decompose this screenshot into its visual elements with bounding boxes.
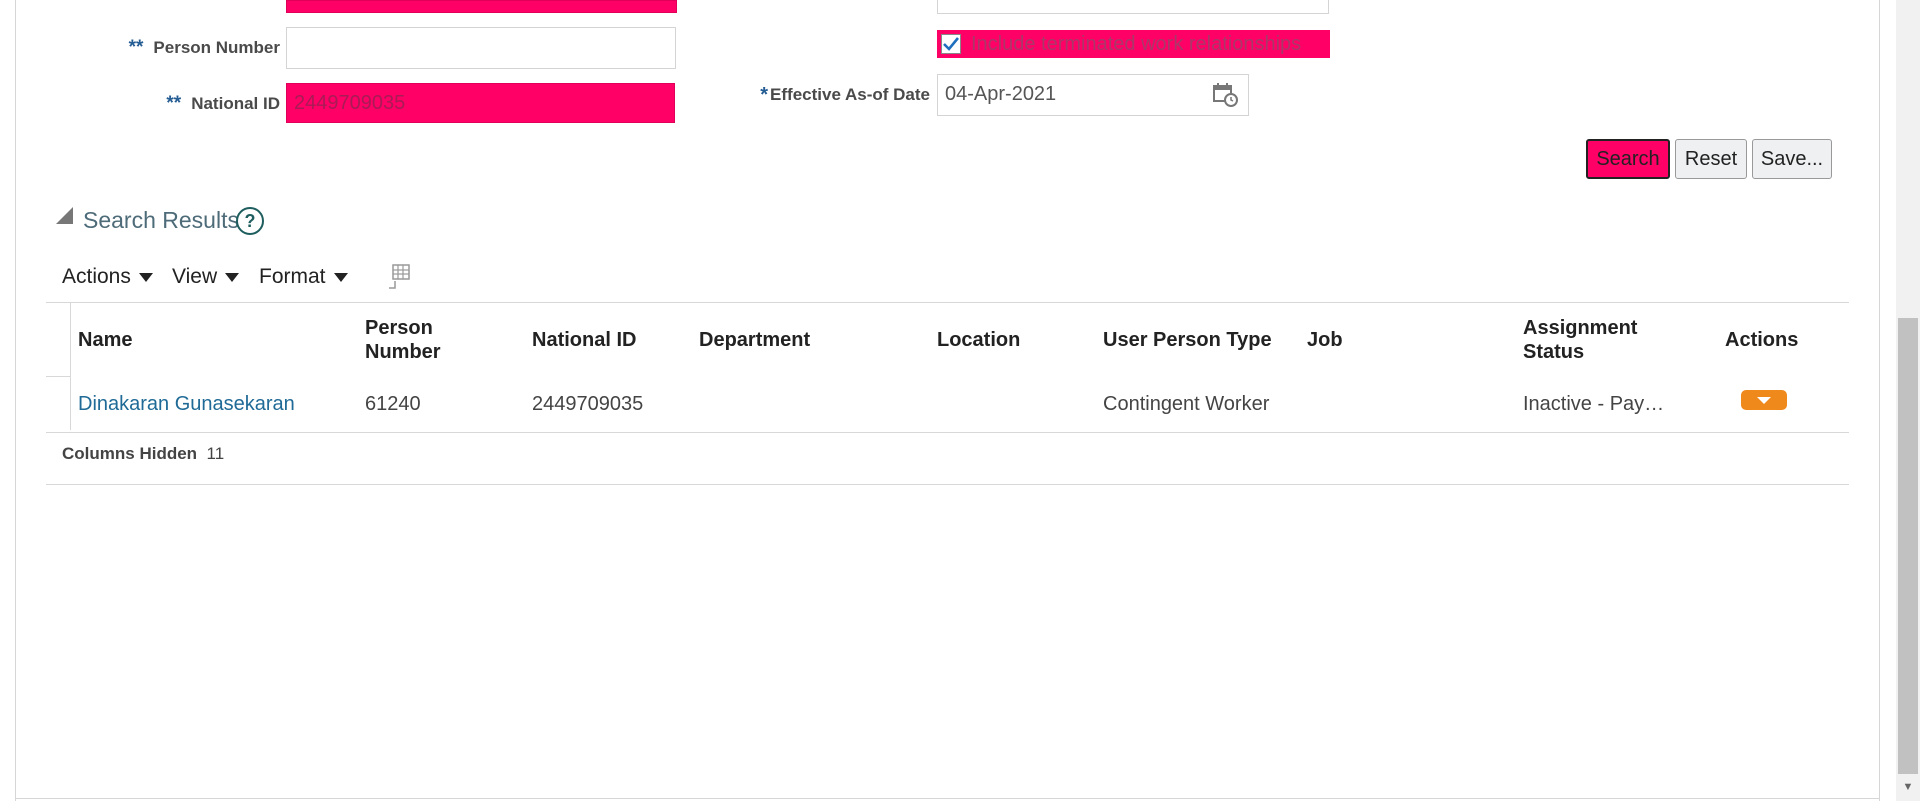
- required-marker: *: [760, 83, 769, 106]
- cell-person-number: 61240: [365, 393, 421, 415]
- include-terminated-checkbox-row[interactable]: Include terminated work relationships: [937, 30, 1330, 58]
- partial-field[interactable]: [937, 0, 1329, 14]
- column-header-national-id[interactable]: National ID: [532, 328, 636, 352]
- column-header-person-number[interactable]: Person Number: [365, 316, 441, 364]
- columns-hidden-label: Columns Hidden: [62, 444, 198, 463]
- search-button[interactable]: Search: [1586, 139, 1670, 179]
- view-menu[interactable]: View: [172, 265, 240, 289]
- required-marker: **: [166, 93, 182, 114]
- column-header-actions: Actions: [1725, 329, 1799, 351]
- table-top-border: [46, 302, 1849, 303]
- chevron-down-icon: [1757, 396, 1771, 404]
- collapse-triangle-icon[interactable]: [56, 207, 73, 224]
- scrollbar-thumb[interactable]: [1898, 318, 1918, 774]
- partial-highlighted-field[interactable]: [286, 0, 677, 13]
- person-number-label-group: ** Person Number: [110, 33, 280, 63]
- row-actions-button[interactable]: [1741, 390, 1787, 410]
- column-header-user-person-type[interactable]: User Person Type: [1103, 328, 1272, 352]
- column-header-assignment-status[interactable]: Assignment Status: [1523, 316, 1637, 364]
- national-id-input[interactable]: 2449709035: [286, 83, 675, 123]
- chevron-down-icon: [138, 272, 153, 282]
- column-header-department[interactable]: Department: [699, 328, 810, 352]
- help-icon[interactable]: ?: [236, 207, 264, 235]
- row-selector-line: [46, 376, 70, 377]
- view-menu-label: View: [172, 265, 218, 288]
- column-header-assignment-status-line2: Status: [1523, 341, 1585, 363]
- columns-hidden-status: Columns Hidden 11: [62, 444, 224, 464]
- include-terminated-checkbox[interactable]: [941, 34, 961, 54]
- person-name-link[interactable]: Dinakaran Gunasekaran: [78, 393, 295, 416]
- national-id-label-group: ** National ID: [110, 89, 280, 119]
- person-number-value: [287, 36, 294, 58]
- format-menu[interactable]: Format: [259, 265, 348, 289]
- checkmark-icon: [943, 37, 959, 51]
- column-header-name[interactable]: Name: [78, 328, 132, 352]
- page-frame-bottom: [15, 798, 1880, 799]
- page-frame-right: [1879, 0, 1880, 801]
- table-bottom-border: [46, 432, 1849, 433]
- cell-national-id: 2449709035: [532, 393, 644, 415]
- include-terminated-label: Include terminated work relationships: [971, 32, 1302, 55]
- results-footer-border: [46, 484, 1849, 485]
- reset-button[interactable]: Reset: [1675, 139, 1747, 179]
- column-header-job[interactable]: Job: [1307, 328, 1343, 352]
- cell-assignment-status: Inactive - Pay…: [1523, 393, 1665, 415]
- chevron-down-icon: [333, 272, 348, 282]
- actions-menu[interactable]: Actions: [62, 265, 153, 289]
- freeze-columns-icon[interactable]: [386, 263, 412, 291]
- person-number-label: Person Number: [153, 38, 280, 57]
- column-header-location[interactable]: Location: [937, 328, 1020, 352]
- page-frame-left: [15, 0, 16, 801]
- cell-user-person-type: Contingent Worker: [1103, 393, 1270, 415]
- row-selector-divider: [70, 302, 71, 430]
- column-header-person-number-line2: Number: [365, 341, 441, 363]
- effective-date-label-group: * Effective As-of Date: [740, 80, 930, 110]
- effective-date-label: Effective As-of Date: [770, 85, 930, 104]
- effective-date-input[interactable]: 04-Apr-2021: [937, 74, 1249, 116]
- search-results-title: Search Results: [83, 207, 239, 233]
- national-id-value: 2449709035: [294, 92, 406, 114]
- chevron-down-icon: [225, 272, 240, 282]
- national-id-label: National ID: [191, 94, 280, 113]
- required-marker: **: [128, 37, 144, 58]
- effective-date-value: 04-Apr-2021: [945, 83, 1057, 105]
- calendar-icon[interactable]: [1212, 82, 1240, 108]
- column-header-person-number-line1: Person: [365, 317, 433, 339]
- scroll-down-arrow-icon[interactable]: ▼: [1899, 778, 1917, 796]
- save-button[interactable]: Save...: [1752, 139, 1832, 179]
- actions-menu-label: Actions: [62, 265, 131, 288]
- columns-hidden-count: 11: [206, 444, 225, 463]
- column-header-assignment-status-line1: Assignment: [1523, 317, 1638, 339]
- person-number-input[interactable]: [286, 27, 676, 69]
- format-menu-label: Format: [259, 265, 326, 288]
